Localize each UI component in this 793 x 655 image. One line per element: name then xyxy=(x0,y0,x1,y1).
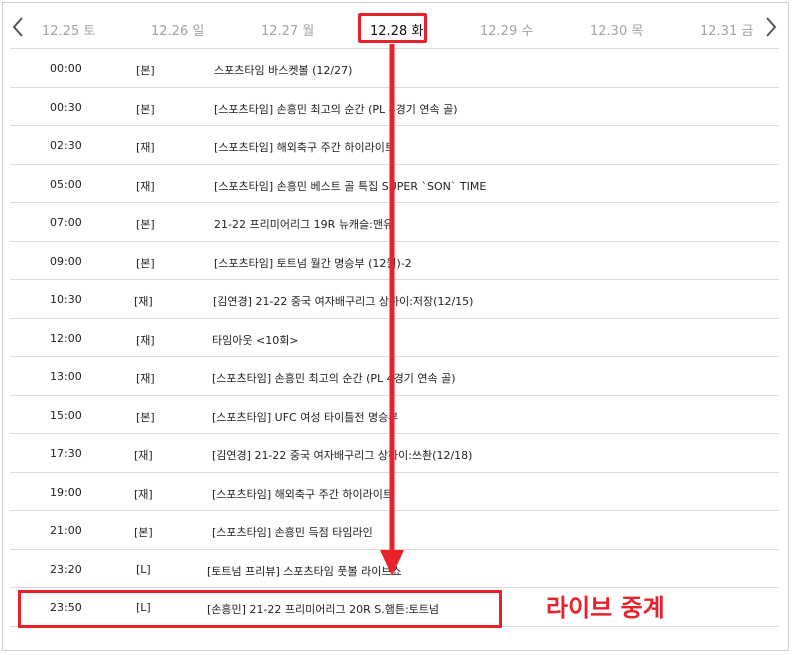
chevron-left-icon[interactable] xyxy=(10,15,28,39)
date-tab-1231[interactable]: 12.31 금 xyxy=(700,20,753,39)
program-title: 21-22 프리미어리그 19R 뉴캐슬:맨유 xyxy=(214,218,394,231)
table-row[interactable]: 09:00 [본] [스포츠타임] 토트넘 월간 명승부 (12월)-2 xyxy=(10,242,779,280)
program-time: 23:20 xyxy=(50,562,82,576)
active-date-highlight xyxy=(358,13,427,43)
table-row[interactable]: 15:00 [본] [스포츠타임] UFC 여성 타이틀전 명승부 xyxy=(10,396,779,434)
schedule-list: 00:00 [본] 스포츠타임 바스켓볼 (12/27) 00:30 [본] [스포츠타… xyxy=(10,49,779,627)
table-row[interactable]: 17:30 [재] [김연경] 21-22 중국 여자배구리그 상하이:쓰촨(12/… xyxy=(10,434,779,473)
program-title: [스포츠타임] 손흥민 최고의 순간 (PL 4경기 연속 골) xyxy=(212,372,456,385)
table-row[interactable]: 19:00 [재] [스포츠타임] 해외축구 주간 하이라이트 xyxy=(10,473,779,511)
table-row[interactable]: 00:30 [본] [스포츠타임] 손흥민 최고의 순간 (PL 4경기 연속 골) xyxy=(10,88,779,126)
program-tag: [본] xyxy=(136,410,155,424)
table-row[interactable]: 10:30 [재] [김연경] 21-22 중국 여자배구리그 상하이:저장(12/… xyxy=(10,280,779,319)
program-time: 00:30 xyxy=(50,100,82,114)
date-tab-1226[interactable]: 12.26 일 xyxy=(151,20,204,39)
program-title: [스포츠타임] 토트넘 월간 명승부 (12월)-2 xyxy=(214,256,412,270)
table-row[interactable]: 05:00 [재] [스포츠타임] 손흥민 베스트 골 특집 SUPER `SON`… xyxy=(10,165,779,203)
program-title: [스포츠타임] 손흥민 최고의 순간 (PL 4경기 연속 골) xyxy=(214,102,458,116)
program-tag: [재] xyxy=(134,449,153,462)
program-time: 02:30 xyxy=(50,139,82,152)
program-title: [김연경] 21-22 중국 여자배구리그 상하이:저장(12/15) xyxy=(213,295,474,308)
program-time: 19:00 xyxy=(50,485,82,499)
program-title: [스포츠타임] UFC 여성 타이틀전 명승부 xyxy=(212,410,399,424)
date-tab-1225[interactable]: 12.25 토 xyxy=(42,20,95,39)
date-tab-1230[interactable]: 12.30 목 xyxy=(590,20,643,39)
program-time: 05:00 xyxy=(50,177,82,191)
program-time: 07:00 xyxy=(50,216,82,229)
program-time: 17:30 xyxy=(50,447,82,460)
program-tag: [재] xyxy=(136,179,155,193)
program-tag: [재] xyxy=(134,487,153,501)
program-title: [스포츠타임] 손흥민 득점 타임라인 xyxy=(212,526,373,539)
program-tag: [본] xyxy=(136,102,155,116)
program-tag: [L] xyxy=(136,562,151,576)
program-tag: [재] xyxy=(136,333,155,347)
program-title: [스포츠타임] 손흥민 베스트 골 특집 SUPER `SON` TIME xyxy=(214,179,487,193)
program-tag: [재] xyxy=(134,295,153,308)
table-row[interactable]: 23:20 [L] [토트넘 프리뷰] 스포츠타임 풋볼 라이브쇼 xyxy=(10,550,779,588)
program-tag: [본] xyxy=(136,218,155,231)
program-title: [스포츠타임] 해외축구 주간 하이라이트 xyxy=(212,487,393,501)
table-row[interactable]: 02:30 [재] [스포츠타임] 해외축구 주간 하이라이트 xyxy=(10,126,779,165)
date-tab-1227[interactable]: 12.27 월 xyxy=(261,20,314,39)
chevron-right-icon[interactable] xyxy=(762,15,780,39)
table-row[interactable]: 13:00 [재] [스포츠타임] 손흥민 최고의 순간 (PL 4경기 연속 골) xyxy=(10,357,779,396)
program-title: 스포츠타임 바스켓볼 (12/27) xyxy=(214,64,353,77)
program-title: [김연경] 21-22 중국 여자배구리그 상하이:쓰촨(12/18) xyxy=(212,449,473,462)
table-row[interactable]: 21:00 [본] [스포츠타임] 손흥민 득점 타임라인 xyxy=(10,511,779,550)
live-row-highlight xyxy=(18,590,502,628)
program-tag: [본] xyxy=(136,256,155,270)
program-time: 09:00 xyxy=(50,254,82,268)
table-row[interactable]: 12:00 [재] 타임아웃 <10회> xyxy=(10,319,779,357)
program-time: 13:00 xyxy=(50,370,82,383)
program-title: 타임아웃 <10회> xyxy=(212,333,299,347)
program-tag: [재] xyxy=(136,372,155,385)
program-tag: [본] xyxy=(136,64,155,77)
program-title: [토트넘 프리뷰] 스포츠타임 풋볼 라이브쇼 xyxy=(207,564,402,578)
program-title: [스포츠타임] 해외축구 주간 하이라이트 xyxy=(214,141,395,154)
date-tab-1229[interactable]: 12.29 수 xyxy=(480,20,533,39)
program-time: 21:00 xyxy=(50,524,82,537)
program-time: 12:00 xyxy=(50,331,82,345)
table-row[interactable]: 07:00 [본] 21-22 프리미어리그 19R 뉴캐슬:맨유 xyxy=(10,203,779,242)
table-row[interactable]: 00:00 [본] 스포츠타임 바스켓볼 (12/27) xyxy=(10,49,779,88)
live-broadcast-label: 라이브 중계 xyxy=(546,594,665,622)
program-time: 10:30 xyxy=(50,293,82,306)
program-time: 15:00 xyxy=(50,408,82,422)
program-tag: [재] xyxy=(136,141,155,154)
program-time: 00:00 xyxy=(50,62,82,75)
program-tag: [본] xyxy=(134,526,153,539)
